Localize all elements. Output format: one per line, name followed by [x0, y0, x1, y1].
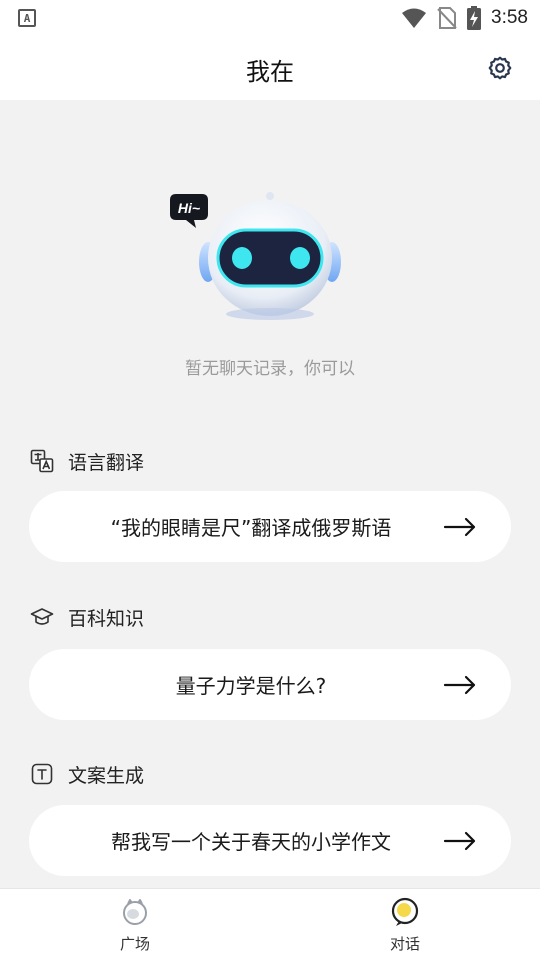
settings-button[interactable] [486, 54, 514, 82]
suggestion-card-copywriting[interactable]: 帮我写一个关于春天的小学作文 [29, 805, 511, 876]
nav-label: 广场 [119, 935, 150, 953]
section-translation-header: 语言翻译 [30, 448, 144, 474]
plaza-icon [123, 899, 147, 925]
app-header: 我在 [0, 36, 540, 100]
suggestion-card-encyclopedia[interactable]: 量子力学是什么? [29, 649, 511, 720]
translate-icon [30, 449, 54, 473]
section-title: 文案生成 [68, 764, 145, 787]
svg-text:Hi~: Hi~ [178, 200, 200, 216]
page-title: 我在 [246, 58, 294, 86]
section-title: 百科知识 [68, 607, 145, 630]
robot-mascot: Hi~ [170, 192, 341, 320]
arrow-right-icon [443, 675, 477, 695]
bottom-nav: 广场 对话 [0, 888, 540, 960]
section-title: 语言翻译 [68, 451, 145, 474]
suggestion-card-translation[interactable]: “我的眼睛是尺”翻译成俄罗斯语 [29, 491, 511, 562]
accessibility-a-icon: A [18, 9, 36, 27]
text-box-icon [30, 762, 54, 786]
graduation-cap-icon [30, 605, 54, 629]
suggestion-text: “我的眼睛是尺”翻译成俄罗斯语 [110, 516, 392, 540]
suggestion-text: 量子力学是什么? [175, 674, 327, 698]
section-encyclopedia-header: 百科知识 [30, 604, 144, 630]
wifi-icon [402, 8, 427, 28]
battery-charging-icon [467, 6, 482, 30]
hi-speech-bubble: Hi~ [170, 194, 208, 228]
nav-item-chat[interactable]: 对话 [270, 889, 540, 960]
suggestion-text: 帮我写一个关于春天的小学作文 [111, 830, 391, 854]
section-copywriting-header: 文案生成 [30, 761, 144, 787]
status-icons: 3:58 [401, 5, 528, 31]
chat-icon [391, 897, 419, 926]
chat-empty-area: Hi~ 暂无聊天记录，你可以 语言翻译 “我的眼睛是尺”翻译成俄罗斯语 百科知识… [0, 100, 540, 888]
status-bar: A 3:58 [0, 0, 540, 36]
nav-item-plaza[interactable]: 广场 [0, 889, 270, 960]
empty-state-message: 暂无聊天记录，你可以 [185, 359, 355, 379]
gear-icon [488, 56, 512, 80]
no-sim-icon [437, 7, 457, 29]
arrow-right-icon [443, 517, 477, 537]
arrow-right-icon [443, 831, 477, 851]
nav-label: 对话 [389, 935, 420, 953]
status-time: 3:58 [491, 7, 528, 28]
